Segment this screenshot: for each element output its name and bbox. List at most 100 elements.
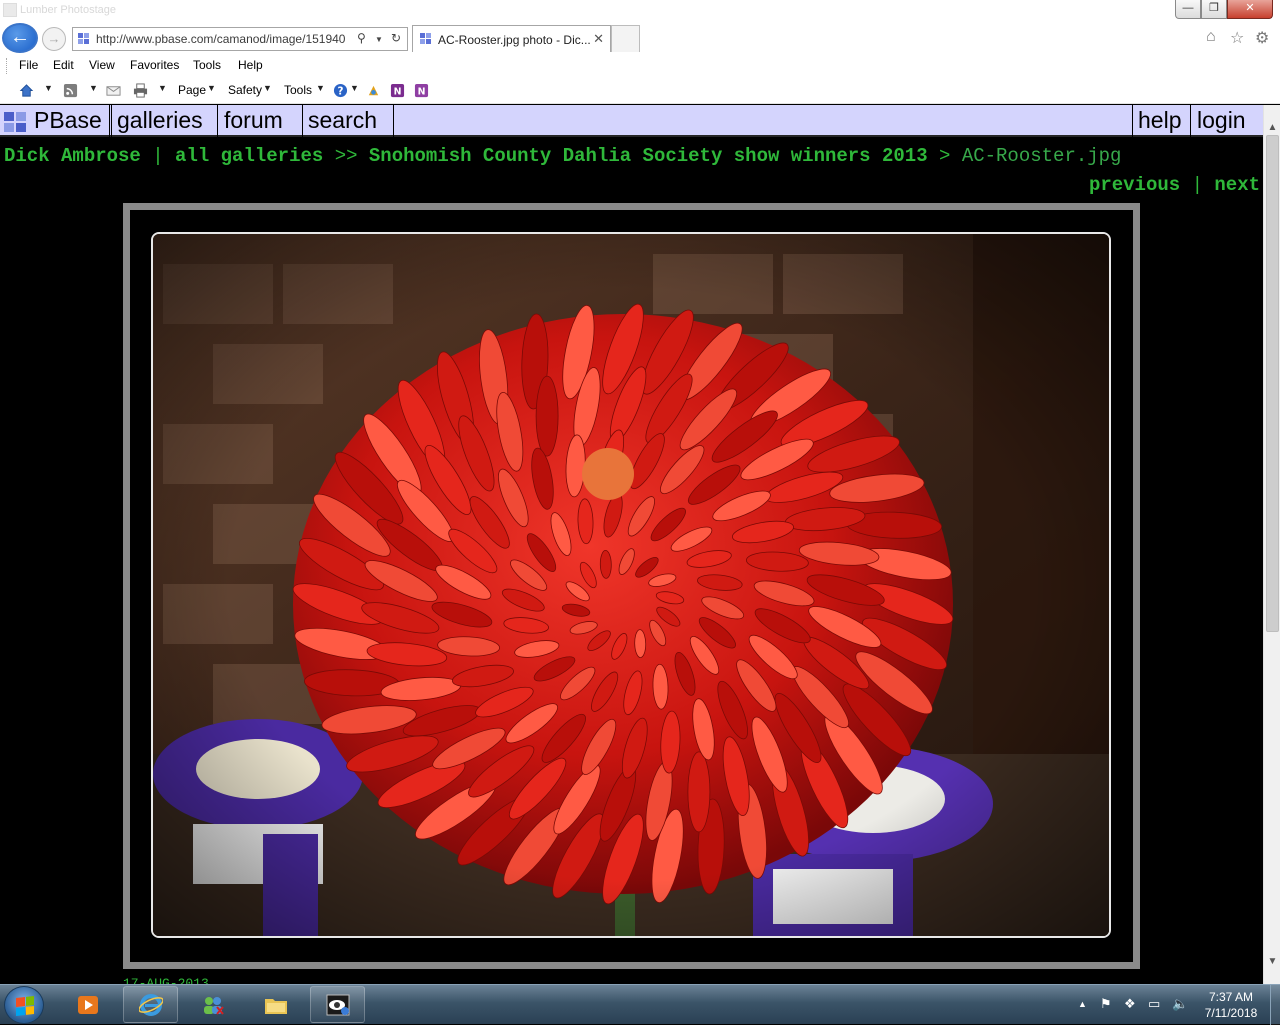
breadcrumb: Dick Ambrose | all galleries >> Snohomis… (4, 145, 1121, 167)
new-tab-button[interactable] (611, 25, 640, 52)
taskbar-file-explorer[interactable] (248, 986, 303, 1023)
pbase-favicon-icon (78, 33, 89, 44)
restore-button[interactable]: ❐ (1201, 0, 1227, 19)
internet-explorer-icon (139, 994, 163, 1016)
dropbox-icon[interactable]: ❖ (1124, 996, 1136, 1012)
page-menu-button[interactable]: Page (178, 83, 206, 97)
gear-icon[interactable]: ⚙ (1255, 28, 1269, 48)
onenote-icon[interactable]: N (390, 83, 405, 98)
svg-text:N: N (394, 86, 402, 97)
breadcrumb-user-link[interactable]: Dick Ambrose (4, 145, 141, 167)
home-dropdown-icon[interactable]: ▼ (44, 83, 53, 93)
pbase-favicon-icon (420, 33, 431, 44)
next-link[interactable]: next (1214, 174, 1260, 196)
scroll-thumb[interactable] (1266, 135, 1279, 632)
pager-separator: | (1191, 174, 1203, 196)
action-center-flag-icon[interactable]: ⚑ (1100, 996, 1112, 1012)
breadcrumb-gallery-link[interactable]: Snohomish County Dahlia Society show win… (369, 145, 928, 167)
menu-edit[interactable]: Edit (53, 58, 74, 72)
feeds-icon[interactable] (63, 83, 78, 98)
dahlia-photo[interactable] (151, 232, 1111, 938)
tab-title: AC-Rooster.jpg photo - Dic... (438, 33, 591, 47)
clock-time: 7:37 AM (1208, 990, 1254, 1004)
close-tab-icon[interactable]: ✕ (593, 31, 604, 47)
feeds-dropdown-icon[interactable]: ▼ (89, 83, 98, 93)
windows-logo-icon (16, 996, 34, 1016)
minimize-button[interactable]: — (1175, 0, 1201, 19)
network-icon[interactable]: ▭ (1148, 996, 1160, 1012)
menu-bar: File Edit View Favorites Tools Help (0, 54, 1280, 78)
print-dropdown-icon[interactable]: ▼ (158, 83, 167, 93)
safety-dropdown-icon[interactable]: ▼ (263, 83, 272, 93)
mail-icon[interactable] (106, 83, 121, 98)
scroll-down-icon[interactable]: ▼ (1264, 953, 1280, 970)
breadcrumb-all-galleries-link[interactable]: all galleries (175, 145, 323, 167)
menu-favorites[interactable]: Favorites (130, 58, 179, 72)
window-title: Lumber Photostage (20, 4, 117, 16)
home-icon[interactable] (19, 83, 34, 98)
show-desktop-button[interactable] (1270, 985, 1280, 1025)
vertical-scrollbar[interactable]: ▲ ▼ (1263, 105, 1280, 984)
galleries-link[interactable]: galleries (111, 105, 218, 137)
navigation-bar: ← → http://www.pbase.com/camanod/image/1… (0, 22, 1280, 54)
search-link[interactable]: search (303, 105, 394, 137)
login-link[interactable]: login (1192, 105, 1263, 137)
forum-link[interactable]: forum (219, 105, 303, 137)
help-icon[interactable]: ? (333, 83, 348, 98)
command-bar: ▼ ▼ ▼ Page ▼ Safety ▼ Tools ▼ ? ▼ N N (0, 78, 1280, 104)
menu-file[interactable]: File (19, 58, 38, 72)
taskbar-contacts[interactable] (185, 986, 240, 1023)
address-dropdown-icon[interactable]: ▼ (375, 35, 383, 44)
contacts-icon (204, 997, 224, 1015)
pbase-header: PBase galleries forum search help login (0, 105, 1263, 137)
forward-button[interactable]: → (42, 27, 66, 51)
pbase-logo-icon (4, 112, 26, 132)
print-icon[interactable] (133, 83, 148, 98)
windows-taskbar: ▲ ⚑ ❖ ▭ 🔈 7:37 AM 7/11/2018 (0, 984, 1280, 1025)
start-button[interactable] (4, 986, 44, 1024)
menu-view[interactable]: View (89, 58, 115, 72)
research-icon[interactable] (366, 83, 381, 98)
safety-menu-button[interactable]: Safety (228, 83, 262, 97)
pbase-home-link[interactable]: PBase (28, 105, 110, 137)
menu-help[interactable]: Help (238, 58, 263, 72)
pager: previous | next (1089, 174, 1260, 196)
menu-grip (6, 58, 9, 74)
breadcrumb-current: AC-Rooster.jpg (961, 145, 1122, 167)
window-title-bar: Lumber Photostage — ❐ ✕ (0, 0, 1280, 22)
refresh-icon[interactable]: ↻ (391, 31, 401, 45)
url-text[interactable]: http://www.pbase.com/camanod/image/15194… (96, 32, 352, 46)
address-bar[interactable]: http://www.pbase.com/camanod/image/15194… (72, 27, 408, 51)
show-hidden-icons-icon[interactable]: ▲ (1078, 999, 1087, 1009)
taskbar-media-player[interactable] (60, 986, 115, 1023)
volume-muted-icon[interactable]: 🔈 (1172, 996, 1188, 1012)
search-icon[interactable]: ⚲ (357, 31, 366, 45)
page-dropdown-icon[interactable]: ▼ (207, 83, 216, 93)
taskbar-photo-viewer[interactable] (310, 986, 365, 1023)
clock-date: 7/11/2018 (1204, 1006, 1258, 1020)
svg-text:?: ? (338, 85, 344, 97)
tools-menu-button[interactable]: Tools (284, 83, 312, 97)
help-link[interactable]: help (1132, 105, 1191, 137)
photo-date: 17-AUG-2013 (123, 976, 209, 984)
previous-link[interactable]: previous (1089, 174, 1180, 196)
onenote-linked-icon[interactable]: N (414, 83, 429, 98)
scroll-up-icon[interactable]: ▲ (1264, 119, 1280, 136)
taskbar-internet-explorer[interactable] (123, 986, 178, 1023)
tab-active[interactable]: AC-Rooster.jpg photo - Dic... ✕ (412, 25, 611, 52)
close-window-button[interactable]: ✕ (1227, 0, 1273, 19)
favorites-star-icon[interactable]: ☆ (1230, 28, 1244, 48)
tools-dropdown-icon[interactable]: ▼ (316, 83, 325, 93)
menu-tools[interactable]: Tools (193, 58, 221, 72)
folder-icon (265, 999, 287, 1014)
app-icon (3, 3, 17, 17)
svg-text:N: N (418, 86, 426, 97)
back-button[interactable]: ← (2, 23, 38, 53)
breadcrumb-separator: | (152, 145, 164, 167)
photo-mat (130, 210, 1133, 962)
dahlia-photo-image (153, 234, 1109, 936)
home-icon[interactable]: ⌂ (1206, 28, 1216, 46)
clock[interactable]: 7:37 AM 7/11/2018 (1196, 989, 1266, 1021)
breadcrumb-separator: >> (334, 145, 358, 167)
help-dropdown-icon[interactable]: ▼ (350, 83, 359, 93)
